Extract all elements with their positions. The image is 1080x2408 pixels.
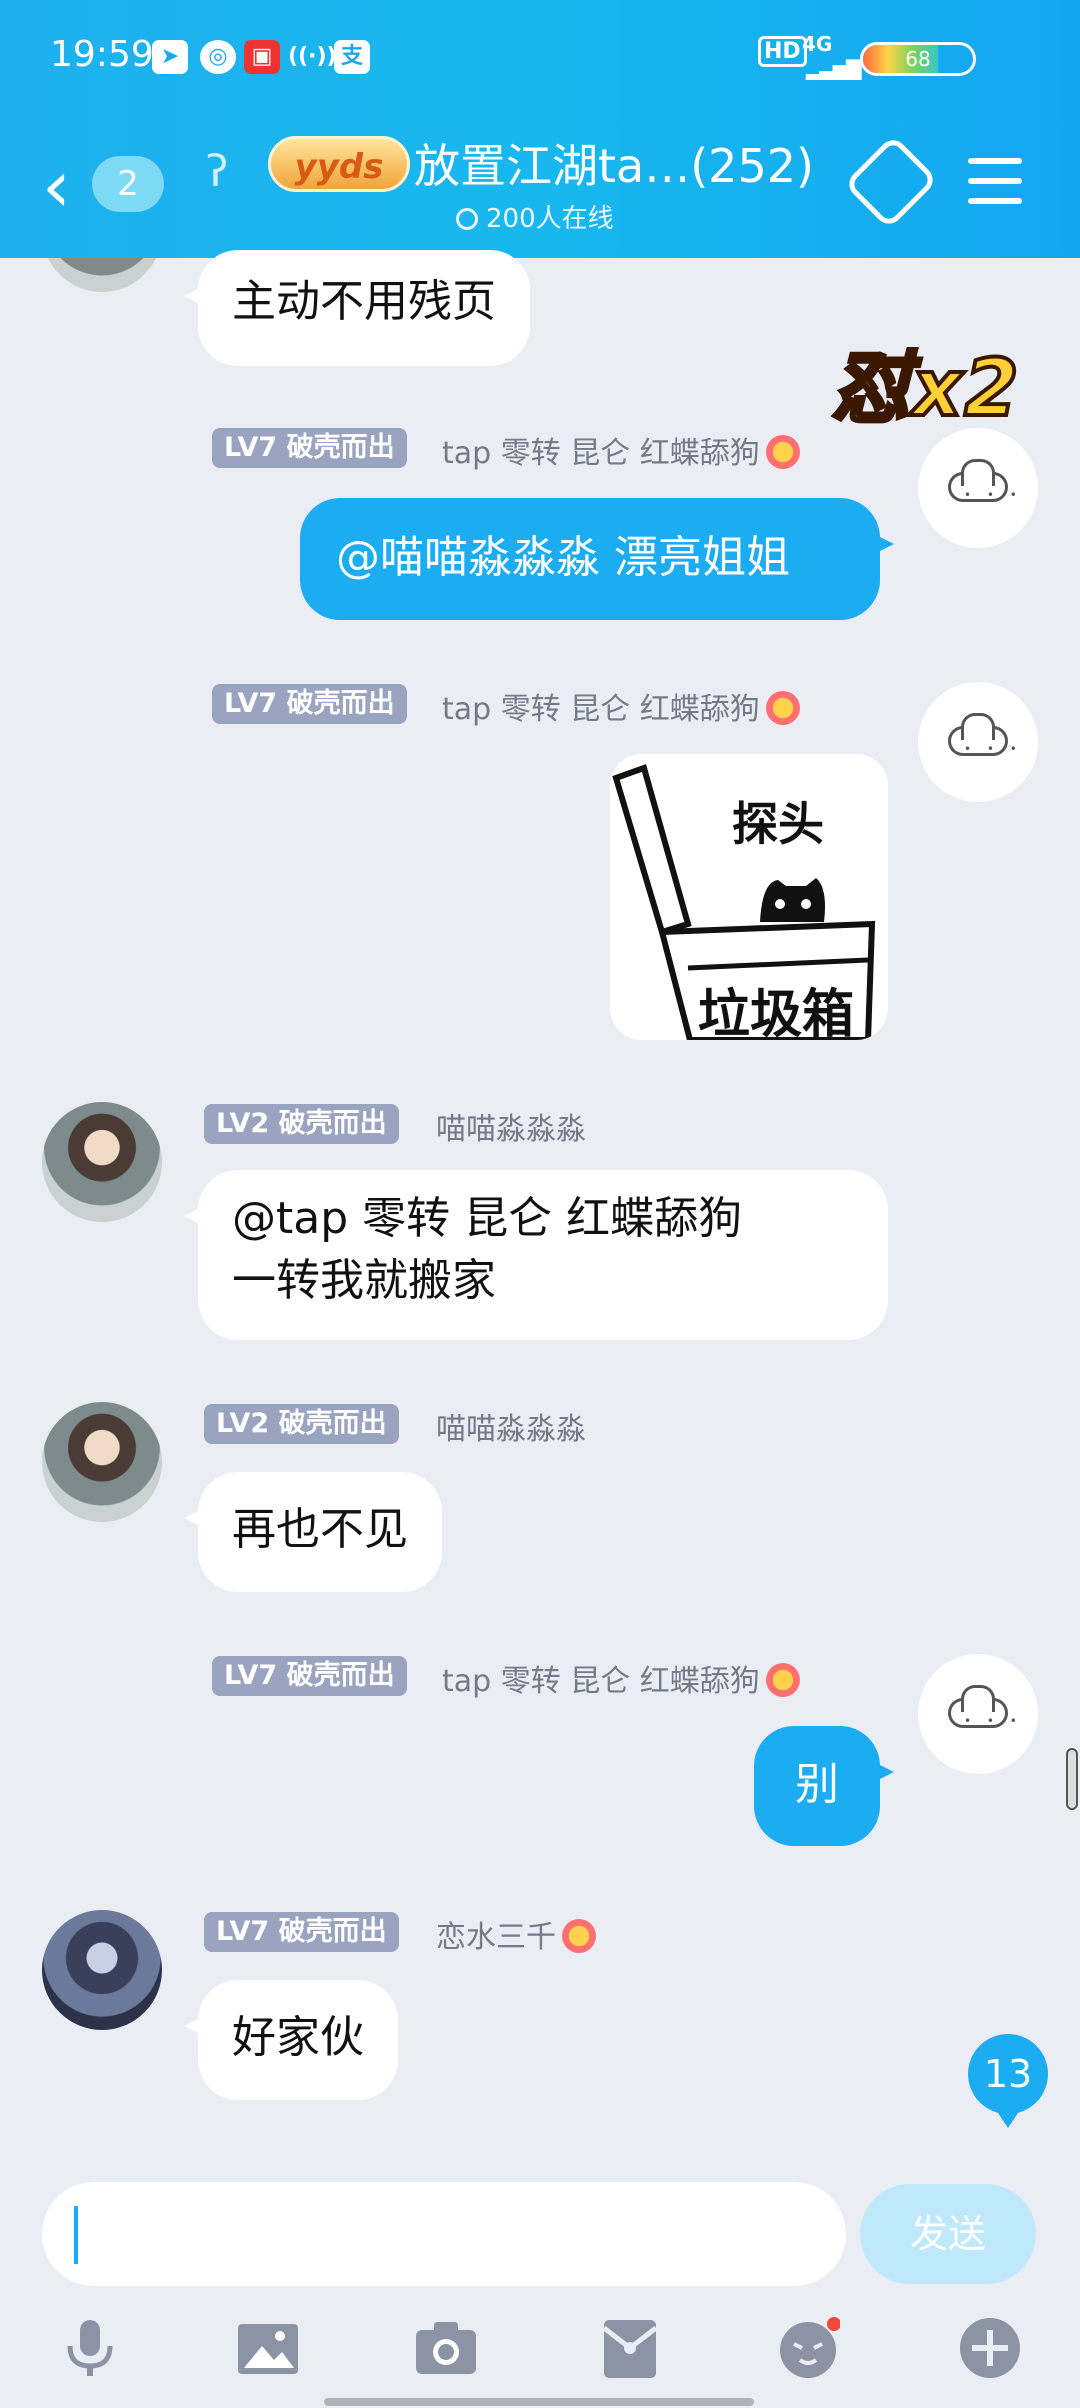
flower-icon	[562, 1919, 596, 1953]
message-bubble[interactable]: 主动不用残页	[184, 250, 530, 366]
sender-name-text: tap 零转 昆仑 红蝶舔狗	[442, 1664, 760, 1699]
message-input[interactable]	[42, 2182, 846, 2286]
level-badge: LV2 破壳而出	[204, 1404, 399, 1444]
network-indicator: 4G	[802, 32, 833, 56]
avatar[interactable]: • • •	[918, 1654, 1038, 1774]
avatar[interactable]	[42, 1910, 162, 2030]
battery-level: 68	[905, 47, 931, 71]
unread-count-badge[interactable]: 2	[92, 156, 164, 212]
level-badge: LV7 破壳而出	[212, 1656, 407, 1696]
group-badge: yyds	[268, 136, 410, 192]
plus-icon[interactable]	[958, 2316, 1022, 2380]
level-badge: LV2 破壳而出	[204, 1104, 399, 1144]
alipay-icon: 支	[334, 40, 370, 74]
signal-icon: ▂▃▅▇	[806, 56, 862, 80]
group-title[interactable]: 放置江湖ta…(252)	[414, 130, 814, 196]
message-bubble[interactable]: @喵喵淼淼淼 漂亮姐姐	[300, 498, 894, 620]
red-packet-icon[interactable]	[598, 2316, 662, 2380]
status-time: 19:59	[50, 34, 154, 75]
sender-name[interactable]: 喵喵淼淼淼	[436, 1104, 586, 1148]
sender-name-text: tap 零转 昆仑 红蝶舔狗	[442, 692, 760, 727]
online-icon	[456, 208, 478, 230]
flower-icon	[765, 691, 800, 725]
sender-name-text: tap 零转 昆仑 红蝶舔狗	[442, 436, 760, 471]
tag-icon[interactable]	[843, 134, 939, 230]
sender-name[interactable]: tap 零转 昆仑 红蝶舔狗	[442, 428, 800, 472]
level-badge: LV7 破壳而出	[204, 1912, 399, 1952]
microphone-icon[interactable]	[58, 2316, 122, 2380]
sender-name[interactable]: 喵喵淼淼淼	[436, 1404, 586, 1448]
text-cursor	[74, 2206, 78, 2264]
sticker-label: 垃圾箱	[698, 985, 855, 1040]
image-icon[interactable]	[236, 2316, 300, 2380]
message-bubble[interactable]: 别	[754, 1726, 894, 1846]
flower-icon	[765, 435, 800, 469]
sticker-image[interactable]: 探头 垃圾箱	[610, 754, 888, 1040]
flower-icon	[765, 1663, 800, 1697]
level-badge: LV7 破壳而出	[212, 684, 407, 724]
avatar[interactable]: • • •	[918, 682, 1038, 802]
avatar[interactable]	[42, 1102, 162, 1222]
message-line: @tap 零转 昆仑 红蝶舔狗	[232, 1193, 743, 1244]
message-bubble[interactable]: @tap 零转 昆仑 红蝶舔狗 一转我就搬家	[184, 1170, 888, 1340]
emoji-icon[interactable]	[776, 2316, 840, 2380]
sticker-caption: 探头	[732, 797, 824, 851]
online-count[interactable]: 200人在线	[456, 198, 614, 235]
weibo-icon: ◎	[200, 40, 236, 74]
message-bubble[interactable]: 再也不见	[184, 1472, 442, 1592]
avatar[interactable]	[42, 1402, 162, 1522]
message-bubble[interactable]: 好家伙	[184, 1980, 398, 2100]
gesture-bar[interactable]	[324, 2398, 754, 2406]
avatar[interactable]: • • •	[918, 428, 1038, 548]
hotspot-icon: ((·))	[288, 44, 337, 69]
sender-name-text: 恋水三千	[436, 1920, 556, 1955]
sender-name[interactable]: 恋水三千	[436, 1912, 596, 1956]
level-badge: LV7 破壳而出	[212, 428, 407, 468]
online-text: 200人在线	[486, 204, 614, 234]
menu-button[interactable]	[968, 158, 1022, 204]
chat-header: 19:59 ➤ ◎ ▣ ((·)) 支 HD 4G ▂▃▅▇ 68 ‹ 2 ʔ …	[0, 0, 1080, 258]
sender-name[interactable]: tap 零转 昆仑 红蝶舔狗	[442, 684, 800, 728]
sender-name[interactable]: tap 零转 昆仑 红蝶舔狗	[442, 1656, 800, 1700]
send-button[interactable]: 发送	[860, 2184, 1036, 2284]
hd-indicator: HD	[758, 36, 807, 67]
battery-icon: 68	[860, 42, 976, 76]
new-messages-badge[interactable]: 13	[968, 2034, 1048, 2128]
message-line: 一转我就搬家	[232, 1255, 496, 1306]
tv-app-icon: ▣	[244, 40, 280, 74]
scrollbar[interactable]	[1066, 1748, 1078, 1810]
camera-icon[interactable]	[414, 2316, 478, 2380]
telegram-icon: ➤	[152, 40, 188, 74]
back-button[interactable]: ‹	[42, 150, 71, 222]
combo-badge: 怼x2	[830, 342, 1021, 436]
ear-icon[interactable]: ʔ	[206, 146, 228, 197]
